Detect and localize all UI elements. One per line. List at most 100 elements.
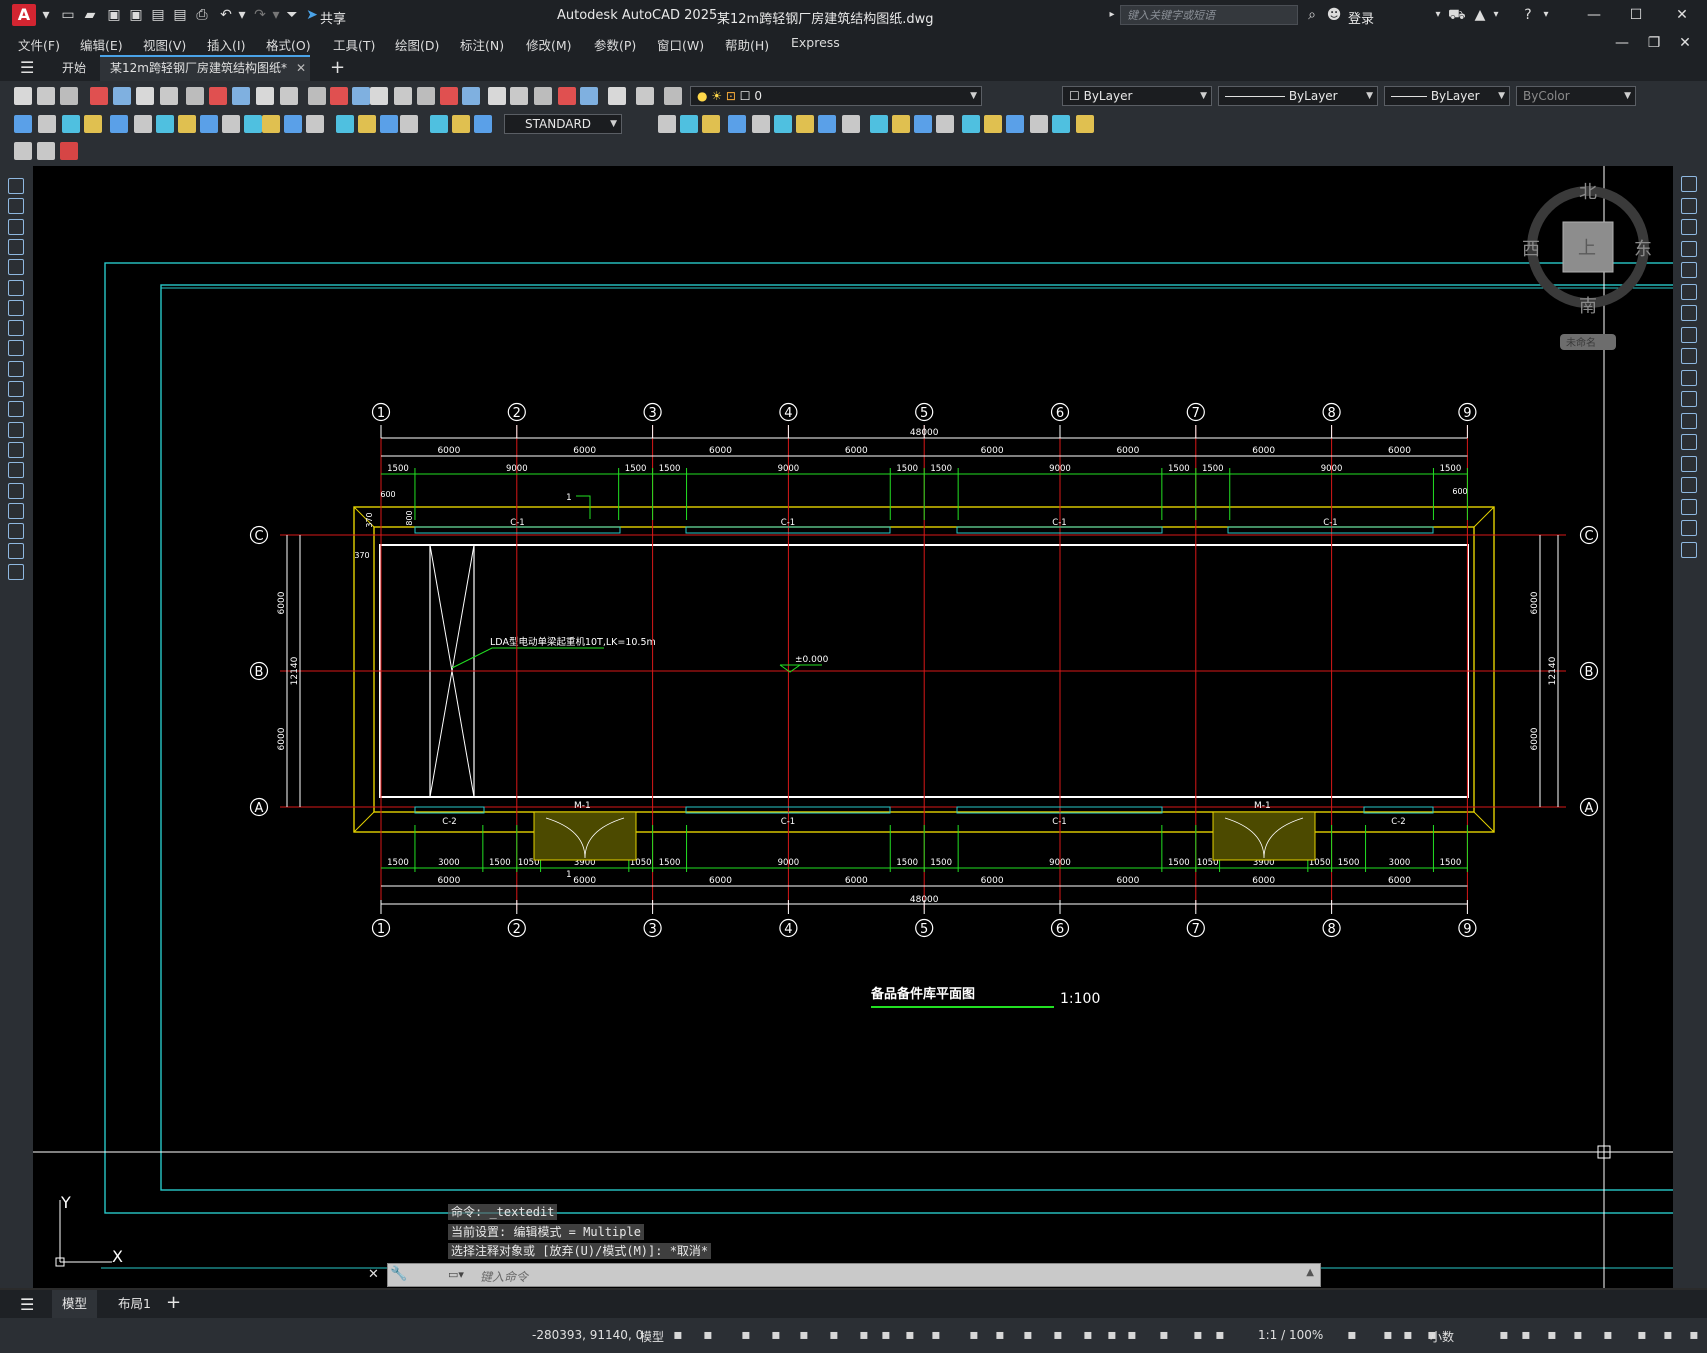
blend-icon[interactable] [1681,520,1697,536]
baseline-dim-icon[interactable] [222,115,240,133]
menu-express[interactable]: Express [791,35,840,50]
dimstyle-dropdown[interactable]: STANDARD ▼ [504,114,622,134]
diameter-dim-icon[interactable] [156,115,174,133]
snap-toggle-icon[interactable]: ▪ [1570,1327,1586,1343]
tab-model[interactable]: 模型 [52,1290,98,1318]
make-block-icon[interactable] [8,421,24,438]
ellipse-arc-icon[interactable] [8,381,24,397]
undo-dropdown-icon[interactable]: ▾ [234,7,250,23]
new-tab-plus-icon[interactable]: + [320,55,355,81]
copy-icon[interactable] [1681,197,1697,214]
pan-icon[interactable] [394,87,412,105]
tab-document[interactable]: 某12m跨轻钢厂房建筑结构图纸* ✕ [100,55,310,81]
save-block-icon[interactable] [37,142,55,160]
cut-icon[interactable] [186,87,204,105]
model-space-toggle[interactable]: 模型 [640,1328,664,1345]
share-icon[interactable]: ➤ [304,7,320,23]
undo-icon[interactable] [308,87,326,105]
ellipse-icon[interactable] [8,360,24,377]
publish-icon[interactable] [136,87,154,105]
rectangle-icon[interactable] [8,259,24,276]
layer-dropdown[interactable]: ● ☀ ⊡ ☐ 0 ▼ [690,86,982,106]
menu-view[interactable]: 视图(V) [143,35,186,54]
trim-icon[interactable] [1681,369,1697,386]
search-icon[interactable]: ⌕ [1304,7,1320,23]
ortho-toggle-icon[interactable]: ▪ [1660,1327,1676,1343]
stretch-icon[interactable] [1681,348,1697,364]
login-button[interactable]: 登录 [1348,8,1374,27]
viewcube-west[interactable]: 西 [1522,239,1540,260]
box-icon[interactable] [658,115,676,133]
design-center-icon[interactable] [510,87,528,105]
add-selected-icon[interactable] [8,563,24,580]
section-icon[interactable] [962,115,980,133]
arc-icon[interactable] [8,279,24,296]
paste-icon[interactable] [232,87,250,105]
autocad-logo-icon[interactable]: A [12,4,36,26]
object-snap-toggle-icon[interactable]: ▪ [902,1327,918,1343]
redo-dropdown-icon[interactable]: ▾ [268,7,284,23]
camera-icon[interactable] [1076,115,1094,133]
offset-icon[interactable] [1681,240,1697,257]
user-icon[interactable]: ☻ [1326,7,1342,23]
plot-icon[interactable]: ⎙ [194,7,210,23]
extrude-icon[interactable] [796,115,814,133]
extend-icon[interactable] [1681,391,1697,407]
slice-icon[interactable] [870,115,888,133]
calc-icon[interactable] [580,87,598,105]
selection-filter-toggle-icon[interactable]: ▪ [1080,1327,1096,1343]
annotation-monitor-toggle-icon[interactable]: ▪ [1212,1327,1228,1343]
object-snap-tracking-toggle-icon[interactable]: ▪ [878,1327,894,1343]
gradient-icon[interactable] [8,482,24,499]
zoom-window-icon[interactable] [440,87,458,105]
revolve-icon[interactable] [818,115,836,133]
menu-parametric[interactable]: 参数(P) [594,35,636,54]
command-input[interactable]: 键入命令 [480,1268,528,1285]
app-menu-chevron-icon[interactable]: ▾ [38,7,54,23]
share-button[interactable]: 共享 [320,8,346,27]
autodesk-a360-icon[interactable]: ▲ [1472,7,1488,23]
snap-toggle-icon[interactable]: ▪ [700,1327,716,1343]
erase-icon[interactable] [1681,176,1697,192]
command-history-toggle-icon[interactable]: ▲ [1306,1267,1314,1278]
break-at-point-icon[interactable] [1681,412,1697,429]
render-icon[interactable] [1006,115,1024,133]
grid-toggle-icon[interactable]: ▪ [1544,1327,1560,1343]
fillet-icon[interactable] [1681,498,1697,515]
layer-manager-icon[interactable] [636,87,654,105]
dim-break-icon[interactable] [284,115,302,133]
viewcube-south[interactable]: 南 [1579,296,1597,317]
menu-edit[interactable]: 编辑(E) [80,35,123,54]
customize-toggle-icon[interactable]: ▪ [1518,1327,1534,1343]
cylinder-icon[interactable] [680,115,698,133]
dynamic-input-toggle-icon[interactable]: ▪ [768,1327,784,1343]
mtext-icon[interactable] [8,543,24,560]
lock-ui-toggle-icon[interactable]: ▪ [1380,1327,1396,1343]
redo-icon[interactable]: ↷ [252,7,268,23]
gizmo-toggle-icon[interactable]: ▪ [1104,1327,1120,1343]
table-icon[interactable] [8,523,24,540]
light-icon[interactable] [1052,115,1070,133]
quick-properties-toggle-icon[interactable]: ▪ [1344,1327,1360,1343]
open-web-icon[interactable]: ▤ [150,7,166,23]
fillet-edge-icon[interactable] [914,115,932,133]
dim-update-icon[interactable] [452,115,470,133]
dim-space-icon[interactable] [262,115,280,133]
dynamic-input-toggle-icon[interactable]: ▪ [1634,1327,1650,1343]
infer-constraints-toggle-icon[interactable]: ▪ [1600,1327,1616,1343]
jogged-linear-icon[interactable] [380,115,398,133]
spline-icon[interactable] [8,340,24,357]
material-icon[interactable] [1030,115,1048,133]
menu-format[interactable]: 格式(O) [266,35,311,54]
menu-window[interactable]: 窗口(W) [657,35,704,54]
quick-dim-icon[interactable] [200,115,218,133]
point-icon[interactable] [8,441,24,458]
new-icon[interactable] [664,87,682,105]
save-icon[interactable]: ▣ [106,7,122,23]
a360-dropdown-icon[interactable]: ▾ [1488,7,1504,23]
preview-icon[interactable] [113,87,131,105]
dim-edit-icon[interactable] [400,115,418,133]
undo-icon[interactable]: ↶ [218,7,234,23]
search-expand-icon[interactable]: ▸ [1104,7,1120,23]
doc-close-button[interactable]: ✕ [1675,34,1695,52]
